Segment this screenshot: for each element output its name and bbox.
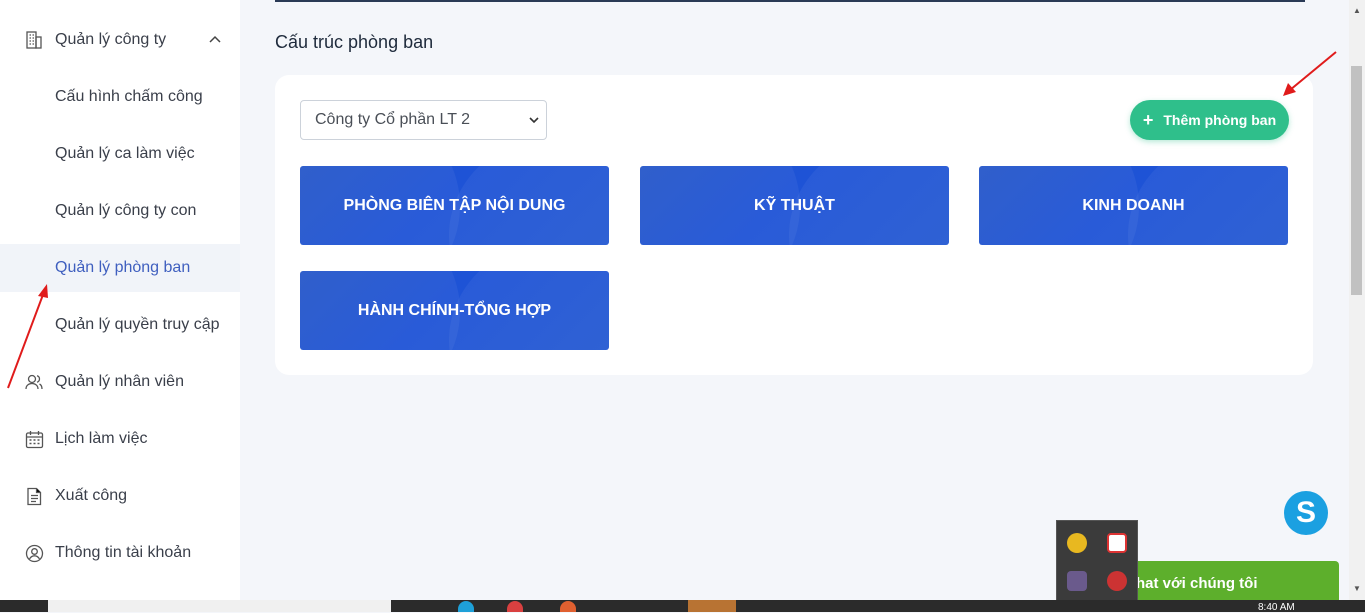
add-department-label: Thêm phòng ban <box>1163 112 1277 128</box>
sidebar-item-label: Quản lý quyền truy cập <box>55 316 220 333</box>
banner-edge <box>275 0 1305 2</box>
building-icon <box>24 30 44 50</box>
chat-widget-label: hat với chúng tôi <box>1136 574 1258 592</box>
calendar-icon <box>24 429 44 449</box>
sidebar-item-export-timesheet[interactable]: Xuất công <box>0 472 240 520</box>
annotation-arrow-add-button <box>1283 51 1337 96</box>
sidebar-item-label: Quản lý ca làm việc <box>55 145 195 162</box>
department-tile[interactable]: KINH DOANH <box>979 166 1288 245</box>
sidebar-item-label: Cấu hình chấm công <box>55 88 203 105</box>
skype-icon[interactable]: S <box>1284 491 1328 535</box>
chat-widget-button[interactable]: hat với chúng tôi <box>1120 561 1339 605</box>
system-tray-popup <box>1056 520 1138 612</box>
sidebar-item-work-schedule[interactable]: Lịch làm việc <box>0 415 240 463</box>
document-icon <box>24 486 44 506</box>
department-tile[interactable]: KỸ THUẬT <box>640 166 949 245</box>
sidebar-item-label: Lịch làm việc <box>55 430 148 447</box>
tray-v-icon[interactable] <box>1107 533 1127 553</box>
sidebar-item-label: Quản lý nhân viên <box>55 373 184 390</box>
department-name: KINH DOANH <box>1082 196 1185 214</box>
sidebar-item-label: Quản lý công ty con <box>55 202 197 219</box>
add-department-button[interactable]: + Thêm phòng ban <box>1130 100 1289 140</box>
page-scrollbar[interactable]: ▲ ▼ <box>1349 0 1365 600</box>
taskbar-active-app[interactable] <box>688 600 736 612</box>
tray-app-icon[interactable] <box>1067 533 1087 553</box>
scrollbar-thumb[interactable] <box>1351 66 1362 295</box>
page-title: Cấu trúc phòng ban <box>275 32 434 52</box>
taskbar-app-icon[interactable] <box>560 601 576 612</box>
sidebar-item-label: Quản lý công ty <box>55 31 167 48</box>
chevron-down-icon <box>528 113 540 131</box>
sidebar-item-account-info[interactable]: Thông tin tài khoản <box>0 529 240 577</box>
department-name: KỸ THUẬT <box>754 196 835 214</box>
company-select[interactable]: Công ty Cổ phần LT 2 <box>300 100 547 140</box>
department-tile[interactable]: PHÒNG BIÊN TẬP NỘI DUNG <box>300 166 609 245</box>
company-select-value: Công ty Cổ phần LT 2 <box>315 111 471 128</box>
plus-icon: + <box>1142 109 1154 130</box>
department-name: PHÒNG BIÊN TẬP NỘI DUNG <box>343 196 566 214</box>
annotation-arrow-sidebar <box>7 284 48 389</box>
sidebar-item-shift-management[interactable]: Quản lý ca làm việc <box>0 130 240 178</box>
scroll-down-icon[interactable]: ▼ <box>1353 584 1361 593</box>
tray-feather-icon[interactable] <box>1067 571 1087 591</box>
sidebar-item-label: Thông tin tài khoản <box>55 544 192 561</box>
taskbar: 8:40 AM <box>0 600 1365 613</box>
sidebar-item-label: Quản lý phòng ban <box>55 259 191 276</box>
sidebar-item-timekeeping-config[interactable]: Cấu hình chấm công <box>0 73 240 121</box>
sidebar-item-subsidiary-management[interactable]: Quản lý công ty con <box>0 187 240 235</box>
tray-tool-icon[interactable] <box>1107 571 1127 591</box>
department-name: HÀNH CHÍNH-TỔNG HỢP <box>357 301 552 319</box>
taskbar-app-icon[interactable] <box>458 601 474 612</box>
taskbar-clock: 8:40 AM <box>1258 602 1295 613</box>
taskbar-app-icon[interactable] <box>507 601 523 612</box>
chevron-up-icon[interactable] <box>208 31 222 49</box>
department-tile[interactable]: HÀNH CHÍNH-TỔNG HỢP <box>300 271 609 350</box>
skype-letter: S <box>1295 496 1316 529</box>
user-circle-icon <box>24 543 44 563</box>
taskbar-search[interactable] <box>48 600 391 612</box>
sidebar-item-label: Xuất công <box>55 487 128 504</box>
sidebar-item-company-management[interactable]: Quản lý công ty <box>0 16 240 64</box>
scroll-up-icon[interactable]: ▲ <box>1353 6 1361 15</box>
